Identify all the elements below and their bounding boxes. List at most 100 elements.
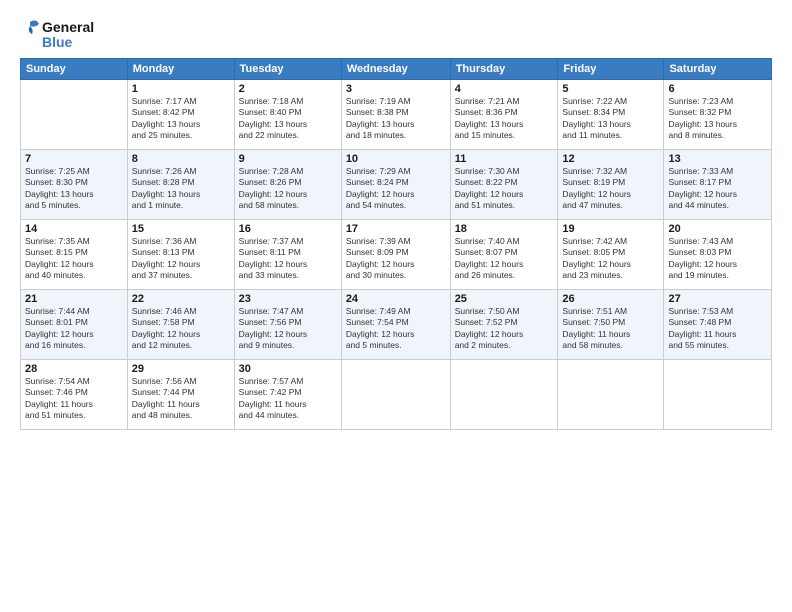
day-number: 30: [239, 363, 337, 375]
day-info: Sunrise: 7:19 AM Sunset: 8:38 PM Dayligh…: [346, 96, 446, 142]
logo-blue: Blue: [42, 34, 72, 50]
day-number: 4: [455, 83, 554, 95]
calendar-cell: 10Sunrise: 7:29 AM Sunset: 8:24 PM Dayli…: [341, 150, 450, 220]
day-info: Sunrise: 7:54 AM Sunset: 7:46 PM Dayligh…: [25, 376, 123, 422]
calendar-cell: 16Sunrise: 7:37 AM Sunset: 8:11 PM Dayli…: [234, 220, 341, 290]
week-row-2: 7Sunrise: 7:25 AM Sunset: 8:30 PM Daylig…: [21, 150, 772, 220]
day-info: Sunrise: 7:30 AM Sunset: 8:22 PM Dayligh…: [455, 166, 554, 212]
calendar-cell: [558, 360, 664, 430]
day-number: 11: [455, 153, 554, 165]
day-number: 12: [562, 153, 659, 165]
day-info: Sunrise: 7:37 AM Sunset: 8:11 PM Dayligh…: [239, 236, 337, 282]
calendar-cell: 22Sunrise: 7:46 AM Sunset: 7:58 PM Dayli…: [127, 290, 234, 360]
calendar-cell: 15Sunrise: 7:36 AM Sunset: 8:13 PM Dayli…: [127, 220, 234, 290]
day-number: 16: [239, 223, 337, 235]
day-info: Sunrise: 7:50 AM Sunset: 7:52 PM Dayligh…: [455, 306, 554, 352]
day-info: Sunrise: 7:26 AM Sunset: 8:28 PM Dayligh…: [132, 166, 230, 212]
logo-general: General: [42, 19, 94, 35]
day-info: Sunrise: 7:44 AM Sunset: 8:01 PM Dayligh…: [25, 306, 123, 352]
day-number: 26: [562, 293, 659, 305]
calendar-header-row: SundayMondayTuesdayWednesdayThursdayFrid…: [21, 59, 772, 80]
day-number: 13: [668, 153, 767, 165]
logo: General Blue: [20, 18, 94, 50]
day-info: Sunrise: 7:36 AM Sunset: 8:13 PM Dayligh…: [132, 236, 230, 282]
calendar-table: SundayMondayTuesdayWednesdayThursdayFrid…: [20, 58, 772, 430]
header-friday: Friday: [558, 59, 664, 80]
calendar-cell: 21Sunrise: 7:44 AM Sunset: 8:01 PM Dayli…: [21, 290, 128, 360]
day-info: Sunrise: 7:57 AM Sunset: 7:42 PM Dayligh…: [239, 376, 337, 422]
day-info: Sunrise: 7:47 AM Sunset: 7:56 PM Dayligh…: [239, 306, 337, 352]
day-number: 19: [562, 223, 659, 235]
day-info: Sunrise: 7:33 AM Sunset: 8:17 PM Dayligh…: [668, 166, 767, 212]
day-number: 18: [455, 223, 554, 235]
calendar-cell: 9Sunrise: 7:28 AM Sunset: 8:26 PM Daylig…: [234, 150, 341, 220]
day-info: Sunrise: 7:29 AM Sunset: 8:24 PM Dayligh…: [346, 166, 446, 212]
day-number: 24: [346, 293, 446, 305]
week-row-5: 28Sunrise: 7:54 AM Sunset: 7:46 PM Dayli…: [21, 360, 772, 430]
calendar-cell: 20Sunrise: 7:43 AM Sunset: 8:03 PM Dayli…: [664, 220, 772, 290]
header-thursday: Thursday: [450, 59, 558, 80]
calendar-cell: 14Sunrise: 7:35 AM Sunset: 8:15 PM Dayli…: [21, 220, 128, 290]
day-number: 10: [346, 153, 446, 165]
day-info: Sunrise: 7:21 AM Sunset: 8:36 PM Dayligh…: [455, 96, 554, 142]
header: General Blue: [20, 18, 772, 50]
day-number: 2: [239, 83, 337, 95]
day-number: 28: [25, 363, 123, 375]
logo-bird-icon: [20, 18, 40, 36]
day-info: Sunrise: 7:23 AM Sunset: 8:32 PM Dayligh…: [668, 96, 767, 142]
calendar-cell: [450, 360, 558, 430]
day-info: Sunrise: 7:18 AM Sunset: 8:40 PM Dayligh…: [239, 96, 337, 142]
day-number: 27: [668, 293, 767, 305]
calendar-cell: 24Sunrise: 7:49 AM Sunset: 7:54 PM Dayli…: [341, 290, 450, 360]
calendar-cell: [664, 360, 772, 430]
week-row-4: 21Sunrise: 7:44 AM Sunset: 8:01 PM Dayli…: [21, 290, 772, 360]
calendar-cell: 2Sunrise: 7:18 AM Sunset: 8:40 PM Daylig…: [234, 80, 341, 150]
day-number: 21: [25, 293, 123, 305]
day-number: 23: [239, 293, 337, 305]
day-info: Sunrise: 7:32 AM Sunset: 8:19 PM Dayligh…: [562, 166, 659, 212]
calendar-cell: 13Sunrise: 7:33 AM Sunset: 8:17 PM Dayli…: [664, 150, 772, 220]
day-info: Sunrise: 7:39 AM Sunset: 8:09 PM Dayligh…: [346, 236, 446, 282]
header-wednesday: Wednesday: [341, 59, 450, 80]
day-number: 29: [132, 363, 230, 375]
calendar-cell: 11Sunrise: 7:30 AM Sunset: 8:22 PM Dayli…: [450, 150, 558, 220]
day-number: 22: [132, 293, 230, 305]
header-tuesday: Tuesday: [234, 59, 341, 80]
day-number: 14: [25, 223, 123, 235]
calendar-cell: 27Sunrise: 7:53 AM Sunset: 7:48 PM Dayli…: [664, 290, 772, 360]
day-info: Sunrise: 7:42 AM Sunset: 8:05 PM Dayligh…: [562, 236, 659, 282]
day-info: Sunrise: 7:28 AM Sunset: 8:26 PM Dayligh…: [239, 166, 337, 212]
day-info: Sunrise: 7:17 AM Sunset: 8:42 PM Dayligh…: [132, 96, 230, 142]
calendar-cell: 29Sunrise: 7:56 AM Sunset: 7:44 PM Dayli…: [127, 360, 234, 430]
day-info: Sunrise: 7:56 AM Sunset: 7:44 PM Dayligh…: [132, 376, 230, 422]
day-info: Sunrise: 7:40 AM Sunset: 8:07 PM Dayligh…: [455, 236, 554, 282]
day-number: 20: [668, 223, 767, 235]
day-number: 7: [25, 153, 123, 165]
calendar-cell: 1Sunrise: 7:17 AM Sunset: 8:42 PM Daylig…: [127, 80, 234, 150]
calendar-cell: 17Sunrise: 7:39 AM Sunset: 8:09 PM Dayli…: [341, 220, 450, 290]
day-info: Sunrise: 7:22 AM Sunset: 8:34 PM Dayligh…: [562, 96, 659, 142]
calendar-cell: 30Sunrise: 7:57 AM Sunset: 7:42 PM Dayli…: [234, 360, 341, 430]
header-sunday: Sunday: [21, 59, 128, 80]
day-number: 25: [455, 293, 554, 305]
day-info: Sunrise: 7:43 AM Sunset: 8:03 PM Dayligh…: [668, 236, 767, 282]
calendar-cell: [341, 360, 450, 430]
calendar-cell: 6Sunrise: 7:23 AM Sunset: 8:32 PM Daylig…: [664, 80, 772, 150]
week-row-1: 1Sunrise: 7:17 AM Sunset: 8:42 PM Daylig…: [21, 80, 772, 150]
calendar-cell: [21, 80, 128, 150]
day-number: 15: [132, 223, 230, 235]
day-info: Sunrise: 7:53 AM Sunset: 7:48 PM Dayligh…: [668, 306, 767, 352]
day-info: Sunrise: 7:51 AM Sunset: 7:50 PM Dayligh…: [562, 306, 659, 352]
header-saturday: Saturday: [664, 59, 772, 80]
day-info: Sunrise: 7:35 AM Sunset: 8:15 PM Dayligh…: [25, 236, 123, 282]
day-info: Sunrise: 7:46 AM Sunset: 7:58 PM Dayligh…: [132, 306, 230, 352]
calendar-cell: 26Sunrise: 7:51 AM Sunset: 7:50 PM Dayli…: [558, 290, 664, 360]
calendar-cell: 5Sunrise: 7:22 AM Sunset: 8:34 PM Daylig…: [558, 80, 664, 150]
day-number: 17: [346, 223, 446, 235]
calendar-cell: 3Sunrise: 7:19 AM Sunset: 8:38 PM Daylig…: [341, 80, 450, 150]
calendar-cell: 23Sunrise: 7:47 AM Sunset: 7:56 PM Dayli…: [234, 290, 341, 360]
day-number: 5: [562, 83, 659, 95]
calendar-cell: 18Sunrise: 7:40 AM Sunset: 8:07 PM Dayli…: [450, 220, 558, 290]
day-number: 1: [132, 83, 230, 95]
calendar-cell: 12Sunrise: 7:32 AM Sunset: 8:19 PM Dayli…: [558, 150, 664, 220]
